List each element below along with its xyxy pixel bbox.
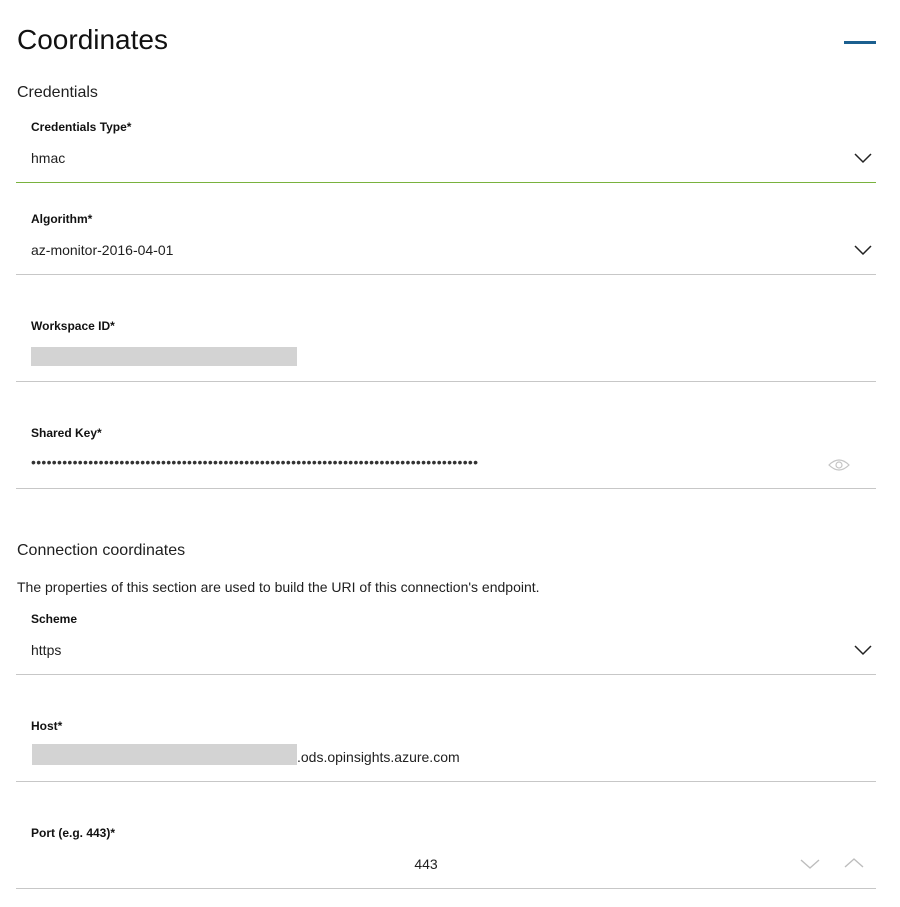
coordinates-panel: Coordinates Credentials Credentials Type… bbox=[0, 0, 900, 907]
workspace-id-redacted-value bbox=[31, 347, 297, 366]
chevron-down-icon[interactable] bbox=[799, 857, 821, 871]
port-stepper[interactable]: Port (e.g. 443)* 443 bbox=[16, 814, 876, 889]
chevron-down-icon[interactable] bbox=[854, 152, 872, 164]
shared-key-masked-value: ••••••••••••••••••••••••••••••••••••••••… bbox=[31, 454, 479, 470]
connection-section-title: Connection coordinates bbox=[17, 542, 186, 559]
workspace-id-label: Workspace ID* bbox=[31, 319, 115, 333]
credentials-section-title: Credentials bbox=[17, 84, 98, 101]
algorithm-label: Algorithm* bbox=[31, 212, 93, 226]
host-label: Host* bbox=[31, 719, 63, 733]
scheme-select[interactable]: Scheme https bbox=[16, 600, 876, 675]
algorithm-value: az-monitor-2016-04-01 bbox=[31, 242, 174, 258]
shared-key-input[interactable]: Shared Key* ••••••••••••••••••••••••••••… bbox=[16, 414, 876, 489]
shared-key-label: Shared Key* bbox=[31, 426, 102, 440]
connection-section-description: The properties of this section are used … bbox=[17, 579, 540, 595]
page-title: Coordinates bbox=[17, 24, 168, 55]
algorithm-select[interactable]: Algorithm* az-monitor-2016-04-01 bbox=[16, 200, 876, 275]
workspace-id-input[interactable]: Workspace ID* bbox=[16, 307, 876, 382]
scheme-value: https bbox=[31, 642, 62, 658]
port-label: Port (e.g. 443)* bbox=[31, 826, 116, 840]
credentials-type-value: hmac bbox=[31, 150, 66, 166]
chevron-down-icon[interactable] bbox=[854, 244, 872, 256]
port-value: 443 bbox=[414, 856, 438, 872]
scheme-label: Scheme bbox=[31, 612, 78, 626]
eye-icon[interactable] bbox=[828, 458, 850, 472]
chevron-down-icon[interactable] bbox=[854, 644, 872, 656]
host-value-suffix: .ods.opinsights.azure.com bbox=[297, 749, 460, 765]
credentials-type-select[interactable]: Credentials Type* hmac bbox=[16, 108, 876, 183]
host-input[interactable]: Host* .ods.opinsights.azure.com bbox=[16, 707, 876, 782]
chevron-up-icon[interactable] bbox=[843, 856, 865, 870]
credentials-type-label: Credentials Type* bbox=[31, 120, 132, 134]
host-redacted-prefix bbox=[32, 744, 297, 765]
collapse-button[interactable] bbox=[844, 41, 876, 44]
